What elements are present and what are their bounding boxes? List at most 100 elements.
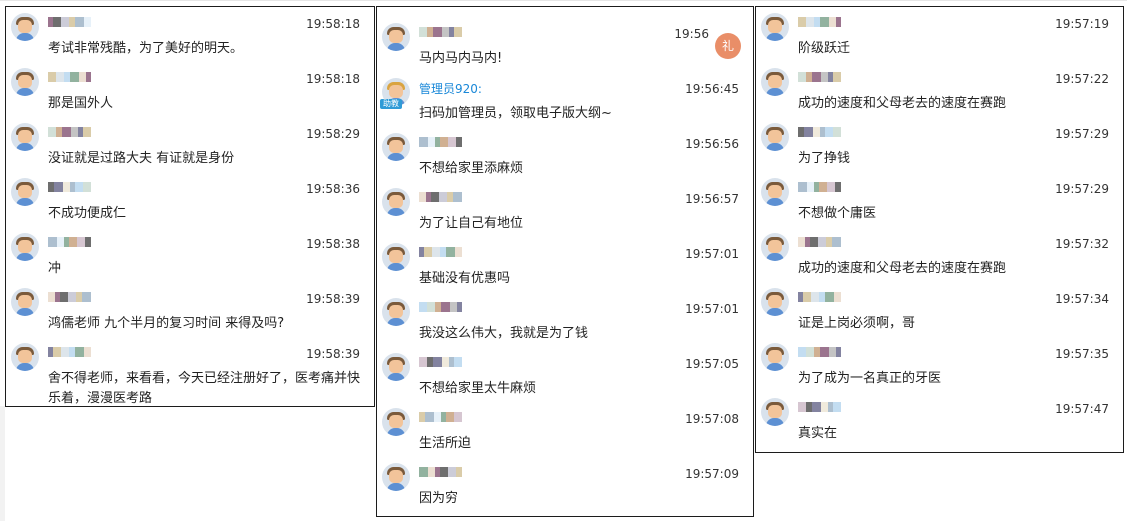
blur-block (424, 247, 432, 257)
username-blurred[interactable] (419, 137, 479, 147)
username-blurred[interactable] (48, 17, 108, 27)
avatar[interactable] (11, 123, 39, 151)
message-text: 不成功便成仁 (48, 206, 127, 221)
username-blurred[interactable] (48, 182, 108, 192)
message-text: 不想做个庸医 (798, 206, 877, 221)
chat-message: 19:57:47 真实在 (756, 392, 1123, 447)
avatar-body (387, 373, 405, 381)
blur-block (835, 182, 841, 192)
avatar[interactable] (382, 353, 410, 381)
avatar-body (387, 263, 405, 271)
blur-block (798, 17, 806, 27)
avatar-face (389, 195, 403, 208)
blur-block (432, 247, 440, 257)
avatar[interactable] (761, 178, 789, 206)
blur-block (57, 237, 64, 247)
blur-block (60, 292, 68, 302)
username-blurred[interactable] (798, 72, 858, 82)
blur-block (833, 402, 841, 412)
avatar-body (766, 33, 784, 41)
username-blurred[interactable] (798, 17, 858, 27)
avatar-face (389, 250, 403, 263)
username-blurred[interactable] (419, 467, 479, 477)
avatar[interactable] (761, 13, 789, 41)
chat-panel-middle[interactable]: 19:56 马内马内马内! 礼助教 管理员920: 19:56:45 扫码加管理员，领取电… (376, 6, 754, 517)
blur-block (54, 182, 63, 192)
message-time: 19:57:22 (1055, 72, 1109, 86)
chat-panel-right[interactable]: 19:57:19 阶级跃迁 19:57:22 成功的速度和父母老去的速度在赛跑 19:5… (755, 6, 1124, 453)
gift-icon[interactable]: 礼 (715, 33, 741, 59)
blur-block (450, 302, 457, 312)
username-blurred[interactable] (419, 27, 479, 37)
username-blurred[interactable] (419, 247, 479, 257)
username-blurred[interactable] (419, 192, 479, 202)
blur-block (798, 182, 807, 192)
blur-block (433, 27, 442, 37)
avatar[interactable] (382, 463, 410, 491)
avatar[interactable] (382, 133, 410, 161)
message-time: 19:57:01 (685, 247, 739, 261)
username-blurred[interactable] (798, 347, 858, 357)
avatar[interactable] (382, 243, 410, 271)
avatar[interactable] (382, 408, 410, 436)
blur-block (48, 237, 57, 247)
avatar[interactable] (11, 178, 39, 206)
avatar[interactable] (11, 13, 39, 41)
avatar[interactable] (11, 288, 39, 316)
blur-block (439, 192, 447, 202)
username-blurred[interactable] (48, 127, 108, 137)
blur-block (77, 237, 85, 247)
username-blurred[interactable] (48, 72, 108, 82)
message-text: 舍不得老师，来看看，今天已经注册好了，医考痛并快乐着，漫漫医考路 (48, 371, 361, 406)
avatar-face (18, 75, 32, 88)
chat-message: 19:56:56 不想给家里添麻烦 (377, 127, 753, 182)
username[interactable]: 管理员920: (419, 80, 482, 97)
username-blurred[interactable] (798, 292, 858, 302)
message-time: 19:58:18 (306, 17, 360, 31)
username-blurred[interactable] (798, 127, 858, 137)
blur-block (75, 17, 84, 27)
blur-block (825, 127, 833, 137)
message-time: 19:57:35 (1055, 347, 1109, 361)
blur-block (442, 357, 449, 367)
username-blurred[interactable] (419, 412, 479, 422)
message-text: 因为穷 (419, 491, 459, 506)
chat-message: 19:56 马内马内马内! 礼 (377, 17, 753, 72)
avatar[interactable] (382, 23, 410, 51)
username-blurred[interactable] (798, 182, 858, 192)
message-text: 基础没有优惠吗 (419, 271, 511, 286)
username-blurred[interactable] (419, 357, 479, 367)
avatar[interactable] (11, 233, 39, 261)
avatar[interactable] (761, 398, 789, 426)
blur-block (448, 467, 456, 477)
avatar[interactable] (11, 343, 39, 371)
avatar-body (387, 43, 405, 51)
blur-block (71, 127, 78, 137)
avatar[interactable] (761, 288, 789, 316)
avatar[interactable] (761, 233, 789, 261)
chat-message: 19:58:18 考试非常残酷，为了美好的明天。 (6, 7, 374, 62)
avatar-face (768, 130, 782, 143)
blur-block (84, 17, 91, 27)
avatar[interactable] (382, 188, 410, 216)
chat-panel-left[interactable]: 19:58:18 考试非常残酷，为了美好的明天。 19:58:18 那是国外人 19:5… (5, 6, 375, 407)
avatar[interactable] (761, 343, 789, 371)
message-time: 19:57:01 (685, 302, 739, 316)
avatar[interactable] (11, 68, 39, 96)
message-time: 19:58:18 (306, 72, 360, 86)
username-blurred[interactable] (798, 237, 858, 247)
username-blurred[interactable] (419, 302, 479, 312)
avatar[interactable] (761, 68, 789, 96)
message-time: 19:56 (674, 27, 709, 41)
username-blurred[interactable] (798, 402, 858, 412)
message-text: 成功的速度和父母老去的速度在赛跑 (798, 96, 1007, 111)
avatar-body (16, 143, 34, 151)
avatar[interactable] (761, 123, 789, 151)
username-blurred[interactable] (48, 292, 108, 302)
blur-block (454, 357, 462, 367)
username-blurred[interactable] (48, 237, 108, 247)
avatar[interactable] (382, 298, 410, 326)
username-blurred[interactable] (48, 347, 108, 357)
top-divider (0, 0, 1127, 1)
blur-block (419, 192, 426, 202)
